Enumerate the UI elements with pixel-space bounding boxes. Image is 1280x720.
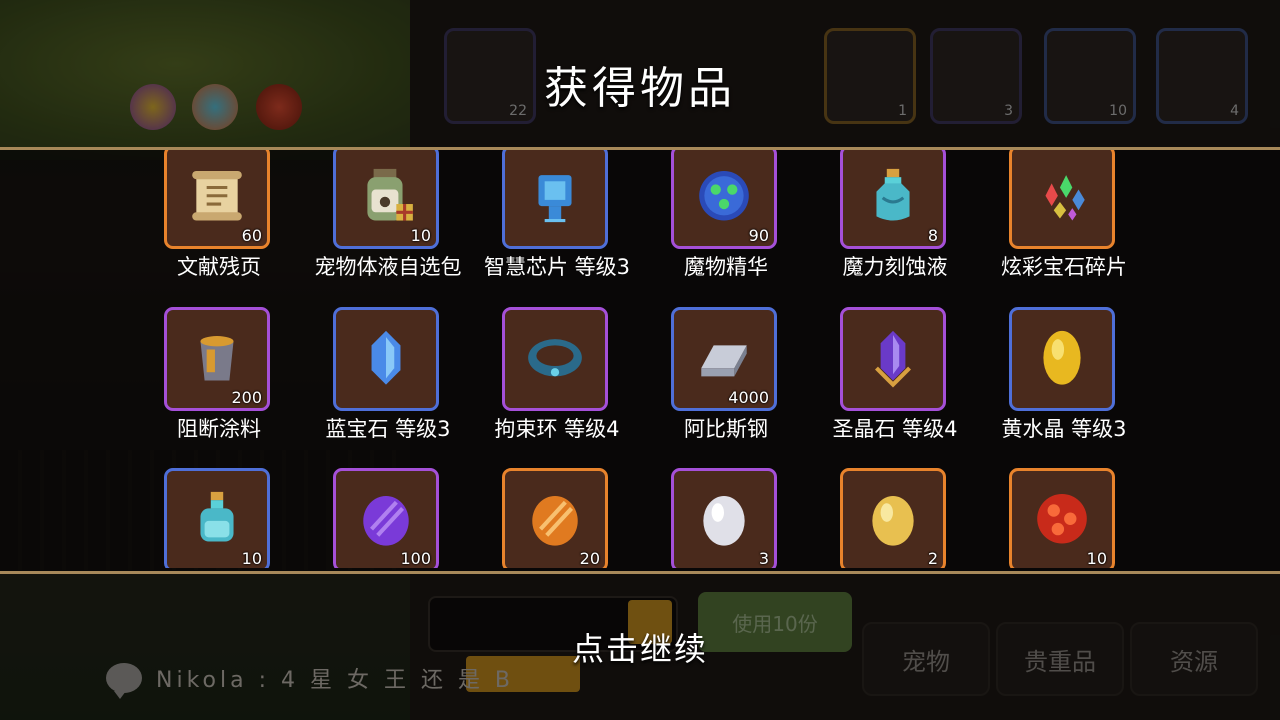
reward-item[interactable]: 20 [472, 468, 642, 568]
item-slot[interactable]: 90 [671, 150, 777, 249]
crystal-icon [862, 327, 924, 389]
item-quantity: 100 [400, 549, 431, 568]
reward-item[interactable]: 拘束环 等级4 [472, 307, 642, 467]
item-slot[interactable]: 4000 [671, 307, 777, 411]
potion-bottle-icon [862, 165, 924, 227]
item-slot[interactable]: 3 [671, 468, 777, 568]
reward-item[interactable]: 智慧芯片 等级3 [472, 150, 642, 305]
golden-egg-icon [862, 488, 924, 550]
sapphire-icon [355, 327, 417, 389]
small-potion-icon [186, 488, 248, 550]
reward-item[interactable]: 炫彩宝石碎片 [979, 150, 1149, 305]
popup-title: 获得物品 [544, 63, 736, 114]
reward-item[interactable]: 200 阻断涂料 [134, 307, 304, 467]
purple-egg-icon [355, 488, 417, 550]
orange-egg-icon [524, 488, 586, 550]
tap-to-continue[interactable]: 点击继续 [0, 624, 1280, 670]
item-slot[interactable]: 100 [333, 468, 439, 568]
item-slot[interactable] [840, 307, 946, 411]
item-slot[interactable]: 10 [333, 150, 439, 249]
paint-bucket-icon [186, 327, 248, 389]
item-slot[interactable]: 20 [502, 468, 608, 568]
item-quantity: 90 [748, 226, 769, 245]
reward-item[interactable]: 蓝宝石 等级3 [303, 307, 473, 467]
item-quantity: 10 [1086, 549, 1107, 568]
item-name: 炫彩宝石碎片 [1001, 255, 1127, 279]
reward-item[interactable]: 圣晶石 等级4 [810, 307, 980, 467]
reward-item[interactable]: 10 [134, 468, 304, 568]
pet-jar-icon [355, 165, 417, 227]
reward-item[interactable]: 3 [641, 468, 811, 568]
item-quantity: 10 [410, 226, 431, 245]
gem-shards-icon [1031, 165, 1093, 227]
reward-item[interactable]: 10 [979, 468, 1149, 568]
reward-item[interactable]: 60 文献残页 [134, 150, 304, 305]
item-name: 黄水晶 等级3 [1001, 417, 1127, 441]
item-quantity: 8 [927, 226, 938, 245]
essence-orb-icon [693, 165, 755, 227]
item-quantity: 3 [758, 549, 769, 568]
chip-icon [524, 165, 586, 227]
item-quantity: 60 [241, 226, 262, 245]
scroll-icon [186, 165, 248, 227]
item-slot[interactable] [502, 307, 608, 411]
item-slot[interactable] [333, 307, 439, 411]
item-slot[interactable] [502, 150, 608, 249]
item-quantity: 10 [241, 549, 262, 568]
reward-item[interactable]: 4000 阿比斯钢 [641, 307, 811, 467]
reward-item[interactable]: 黄水晶 等级3 [979, 307, 1149, 467]
red-orb-icon [1031, 488, 1093, 550]
item-slot[interactable]: 8 [840, 150, 946, 249]
reward-item[interactable]: 100 [303, 468, 473, 568]
item-slot[interactable]: 2 [840, 468, 946, 568]
item-slot[interactable]: 60 [164, 150, 270, 249]
item-quantity: 20 [579, 549, 600, 568]
item-quantity: 200 [231, 388, 262, 407]
item-slot[interactable]: 10 [164, 468, 270, 568]
item-slot[interactable]: 10 [1009, 468, 1115, 568]
ring-icon [524, 327, 586, 389]
steel-ingot-icon [693, 327, 755, 389]
reward-item[interactable]: 10 宠物体液自选包 [303, 150, 473, 305]
white-egg-icon [693, 488, 755, 550]
reward-item[interactable]: 8 魔力刻蚀液 [810, 150, 980, 305]
item-slot[interactable] [1009, 307, 1115, 411]
reward-item[interactable]: 2 [810, 468, 980, 568]
item-quantity: 4000 [728, 388, 769, 407]
citrine-icon [1031, 327, 1093, 389]
reward-grid: 60 文献残页 10 宠物体液自选包 智慧芯片 等级3 90 魔物精华 8 魔力刻蚀液 炫彩宝石碎… [0, 150, 1280, 568]
reward-item[interactable]: 90 魔物精华 [641, 150, 811, 305]
item-quantity: 2 [927, 549, 938, 568]
item-slot[interactable] [1009, 150, 1115, 249]
item-slot[interactable]: 200 [164, 307, 270, 411]
